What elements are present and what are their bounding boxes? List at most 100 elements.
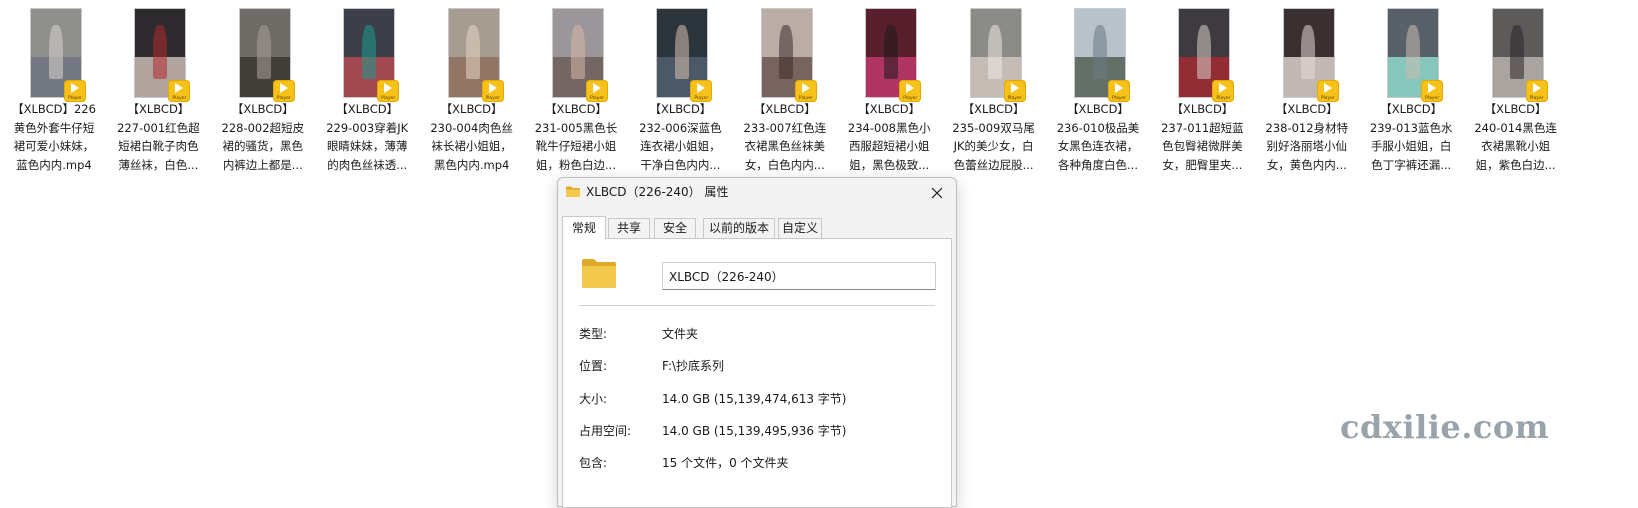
file-item[interactable]: Player 【XLBCD】 237-011超短蓝 色包臀裙微胖美 女，肥臀里夹... [1150,4,1254,176]
file-name-line: 黄色外套牛仔短 [13,120,95,135]
file-name-line: 【XLBCD】 [336,102,399,116]
file-name-line: 240-014黑色连 [1474,120,1557,135]
property-label: 占用空间: [579,424,632,438]
player-play-icon: Player [899,80,922,102]
file-name: 【XLBCD】 229-003穿着JK 眼睛妹妹，薄薄 的肉色丝袜透... [315,100,419,174]
file-name-line: 233-007红色连 [743,120,827,135]
property-contains: 包含: 15 个文件，0 个文件夹 [579,454,939,472]
folder-icon [582,259,616,288]
player-play-icon: Player [1421,80,1444,102]
file-name-line: 蓝色内内.mp4 [16,157,92,172]
player-play-icon: Player [586,80,608,102]
player-play-icon: Player [1003,80,1026,102]
player-play-icon: Player [272,80,295,102]
property-value: F:\抄底系列 [662,359,725,373]
file-item[interactable]: Player 【XLBCD】 238-012身材特 别好洛丽塔小仙 女，黄色内内... [1255,4,1359,176]
file-item[interactable]: Player 【XLBCD】 234-008黑色小 西服超短裙小姐 姐，黑色极致... [837,4,941,176]
file-name-line: 黑色内内.mp4 [433,157,510,172]
file-name: 【XLBCD】 233-007红色连 衣裙黑色丝袜美 女，白色内内... [733,100,837,174]
file-name: 【XLBCD】 240-014黑色连 衣裙黑靴小姐 姐，紫色白边... [1464,100,1568,174]
file-name-line: 【XLBCD】 [440,102,503,116]
file-name-line: 231-005黑色长 [534,120,618,135]
tab-previous-versions[interactable]: 以前的版本 [703,218,775,238]
file-name-line: 干净白色内内... [640,157,721,172]
tab-security[interactable]: 安全 [654,218,696,238]
tab-customize[interactable]: 自定义 [778,218,822,238]
file-name-line: 色丁字裤还漏... [1371,157,1452,172]
file-name-line: 袜长裙小姐姐， [431,139,512,153]
file-name: 【XLBCD】 232-006深蓝色 连衣裙小姐姐， 干净白色内内... [628,100,732,174]
file-name-line: 手服小姐姐，白 [1370,139,1452,153]
file-item[interactable]: Player 【XLBCD】 240-014黑色连 衣裙黑靴小姐 姐，紫色白边... [1464,4,1568,176]
property-value: 14.0 GB (15,139,495,936 字节) [662,424,847,438]
property-value: 15 个文件，0 个文件夹 [662,456,789,470]
file-name-line: 239-013蓝色水 [1369,120,1453,135]
file-item[interactable]: Player 【XLBCD】 235-009双马尾 JK的美少女，白 色蕾丝边屁股... [942,4,1046,176]
file-name-line: 连衣裙小姐姐， [640,139,721,153]
file-name: 【XLBCD】 237-011超短蓝 色包臀裙微胖美 女，肥臀里夹... [1150,100,1254,174]
file-name-line: 【XLBCD】 [231,102,294,116]
folder-icon [566,186,580,197]
file-item[interactable]: Player 【XLBCD】 230-004肉色丝 袜长裙小姐姐， 黑色内内.mp4 [420,4,524,176]
player-play-icon: Player [690,80,713,102]
divider [579,305,935,306]
file-name-line: 【XLBCD】 [545,102,607,116]
file-item[interactable]: Player 【XLBCD】 233-007红色连 衣裙黑色丝袜美 女，白色内内... [733,4,837,176]
player-play-icon: Player [1212,80,1235,102]
file-name-line: 【XLBCD】 [127,102,190,116]
file-name-line: 238-012身材特 [1265,120,1349,135]
file-name-line: 【XLBCD】 [858,102,921,116]
file-name-line: 女黑色连衣裙， [1057,139,1139,153]
file-name: 【XLBCD】 227-001红色超 短裙白靴子肉色 薄丝袜，白色... [106,100,210,174]
tab-general[interactable]: 常规 [562,216,606,239]
file-item[interactable]: Player 【XLBCD】 236-010极品美 女黑色连衣裙， 各种角度白色... [1046,4,1150,176]
file-name-line: 裙的骚货，黑色 [222,139,304,153]
file-name: 【XLBCD】 228-002超短皮 裙的骚货，黑色 内裤边上都是... [211,100,315,174]
file-name: 【XLBCD】 238-012身材特 别好洛丽塔小仙 女，黄色内内... [1255,100,1359,174]
file-name-line: 短裙白靴子肉色 [118,139,199,153]
folder-name-input[interactable] [662,262,936,290]
file-name-line: 【XLBCD】 [753,102,816,116]
dialog-title-bar[interactable]: XLBCD（226-240） 属性 [558,178,956,208]
file-name-line: 237-011超短蓝 [1161,120,1244,135]
dialog-title: XLBCD（226-240） 属性 [586,185,729,199]
file-name-line: 的肉色丝袜透... [327,157,408,172]
property-size-on-disk: 占用空间: 14.0 GB (15,139,495,936 字节) [579,422,939,440]
file-item[interactable]: Player 【XLBCD】226 黄色外套牛仔短 裙可爱小妹妹， 蓝色内内.mp4 [2,4,106,176]
file-name-line: 227-001红色超 [117,120,200,135]
player-play-icon: Player [64,80,86,102]
property-location: 位置: F:\抄底系列 [579,357,939,375]
player-play-icon: Player [168,80,191,102]
file-name: 【XLBCD】 236-010极品美 女黑色连衣裙， 各种角度白色... [1046,100,1150,174]
file-name-line: 【XLBCD】 [962,102,1025,116]
file-name-line: 女，黄色内内... [1266,157,1347,172]
file-item[interactable]: Player 【XLBCD】 229-003穿着JK 眼睛妹妹，薄薄 的肉色丝袜透... [315,4,419,176]
close-button[interactable] [924,181,950,205]
file-item[interactable]: Player 【XLBCD】 227-001红色超 短裙白靴子肉色 薄丝袜，白色... [106,4,210,176]
tab-sharing[interactable]: 共享 [608,218,650,238]
file-item[interactable]: Player 【XLBCD】 239-013蓝色水 手服小姐姐，白 色丁字裤还漏... [1359,4,1463,176]
property-label: 类型: [579,327,608,341]
file-name-line: 【XLBCD】 [1275,102,1338,116]
file-name-line: 姐，黑色极致... [849,157,930,172]
file-name-line: 235-009双马尾 [952,120,1035,135]
file-name: 【XLBCD】 235-009双马尾 JK的美少女，白 色蕾丝边屁股... [942,100,1046,174]
file-name: 【XLBCD】226 黄色外套牛仔短 裙可爱小妹妹， 蓝色内内.mp4 [2,100,106,174]
file-name-line: 【XLBCD】 [1380,102,1443,116]
file-name-line: 女，肥臀里夹... [1162,157,1243,172]
file-name-line: 【XLBCD】 [1067,102,1129,116]
file-item[interactable]: Player 【XLBCD】 231-005黑色长 靴牛仔短裙小姐 姐，粉色白边... [524,4,628,176]
file-name-line: 228-002超短皮 [221,120,305,135]
watermark: cdxilie.com [1340,408,1550,446]
file-name: 【XLBCD】 234-008黑色小 西服超短裙小姐 姐，黑色极致... [837,100,941,174]
file-name-line: 色包臀裙微胖美 [1162,139,1243,153]
file-name-line: 衣裙黑色丝袜美 [744,139,826,153]
file-item[interactable]: Player 【XLBCD】 228-002超短皮 裙的骚货，黑色 内裤边上都是... [211,4,315,176]
file-name-line: 色蕾丝边屁股... [953,157,1034,172]
file-name-line: 西服超短裙小姐 [848,139,930,153]
file-item[interactable]: Player 【XLBCD】 232-006深蓝色 连衣裙小姐姐， 干净白色内内... [628,4,732,176]
file-name-line: JK的美少女，白 [953,139,1034,153]
property-size: 大小: 14.0 GB (15,139,474,613 字节) [579,390,939,408]
file-name-line: 236-010极品美 [1056,120,1140,135]
file-name-line: 230-004肉色丝 [430,120,513,135]
